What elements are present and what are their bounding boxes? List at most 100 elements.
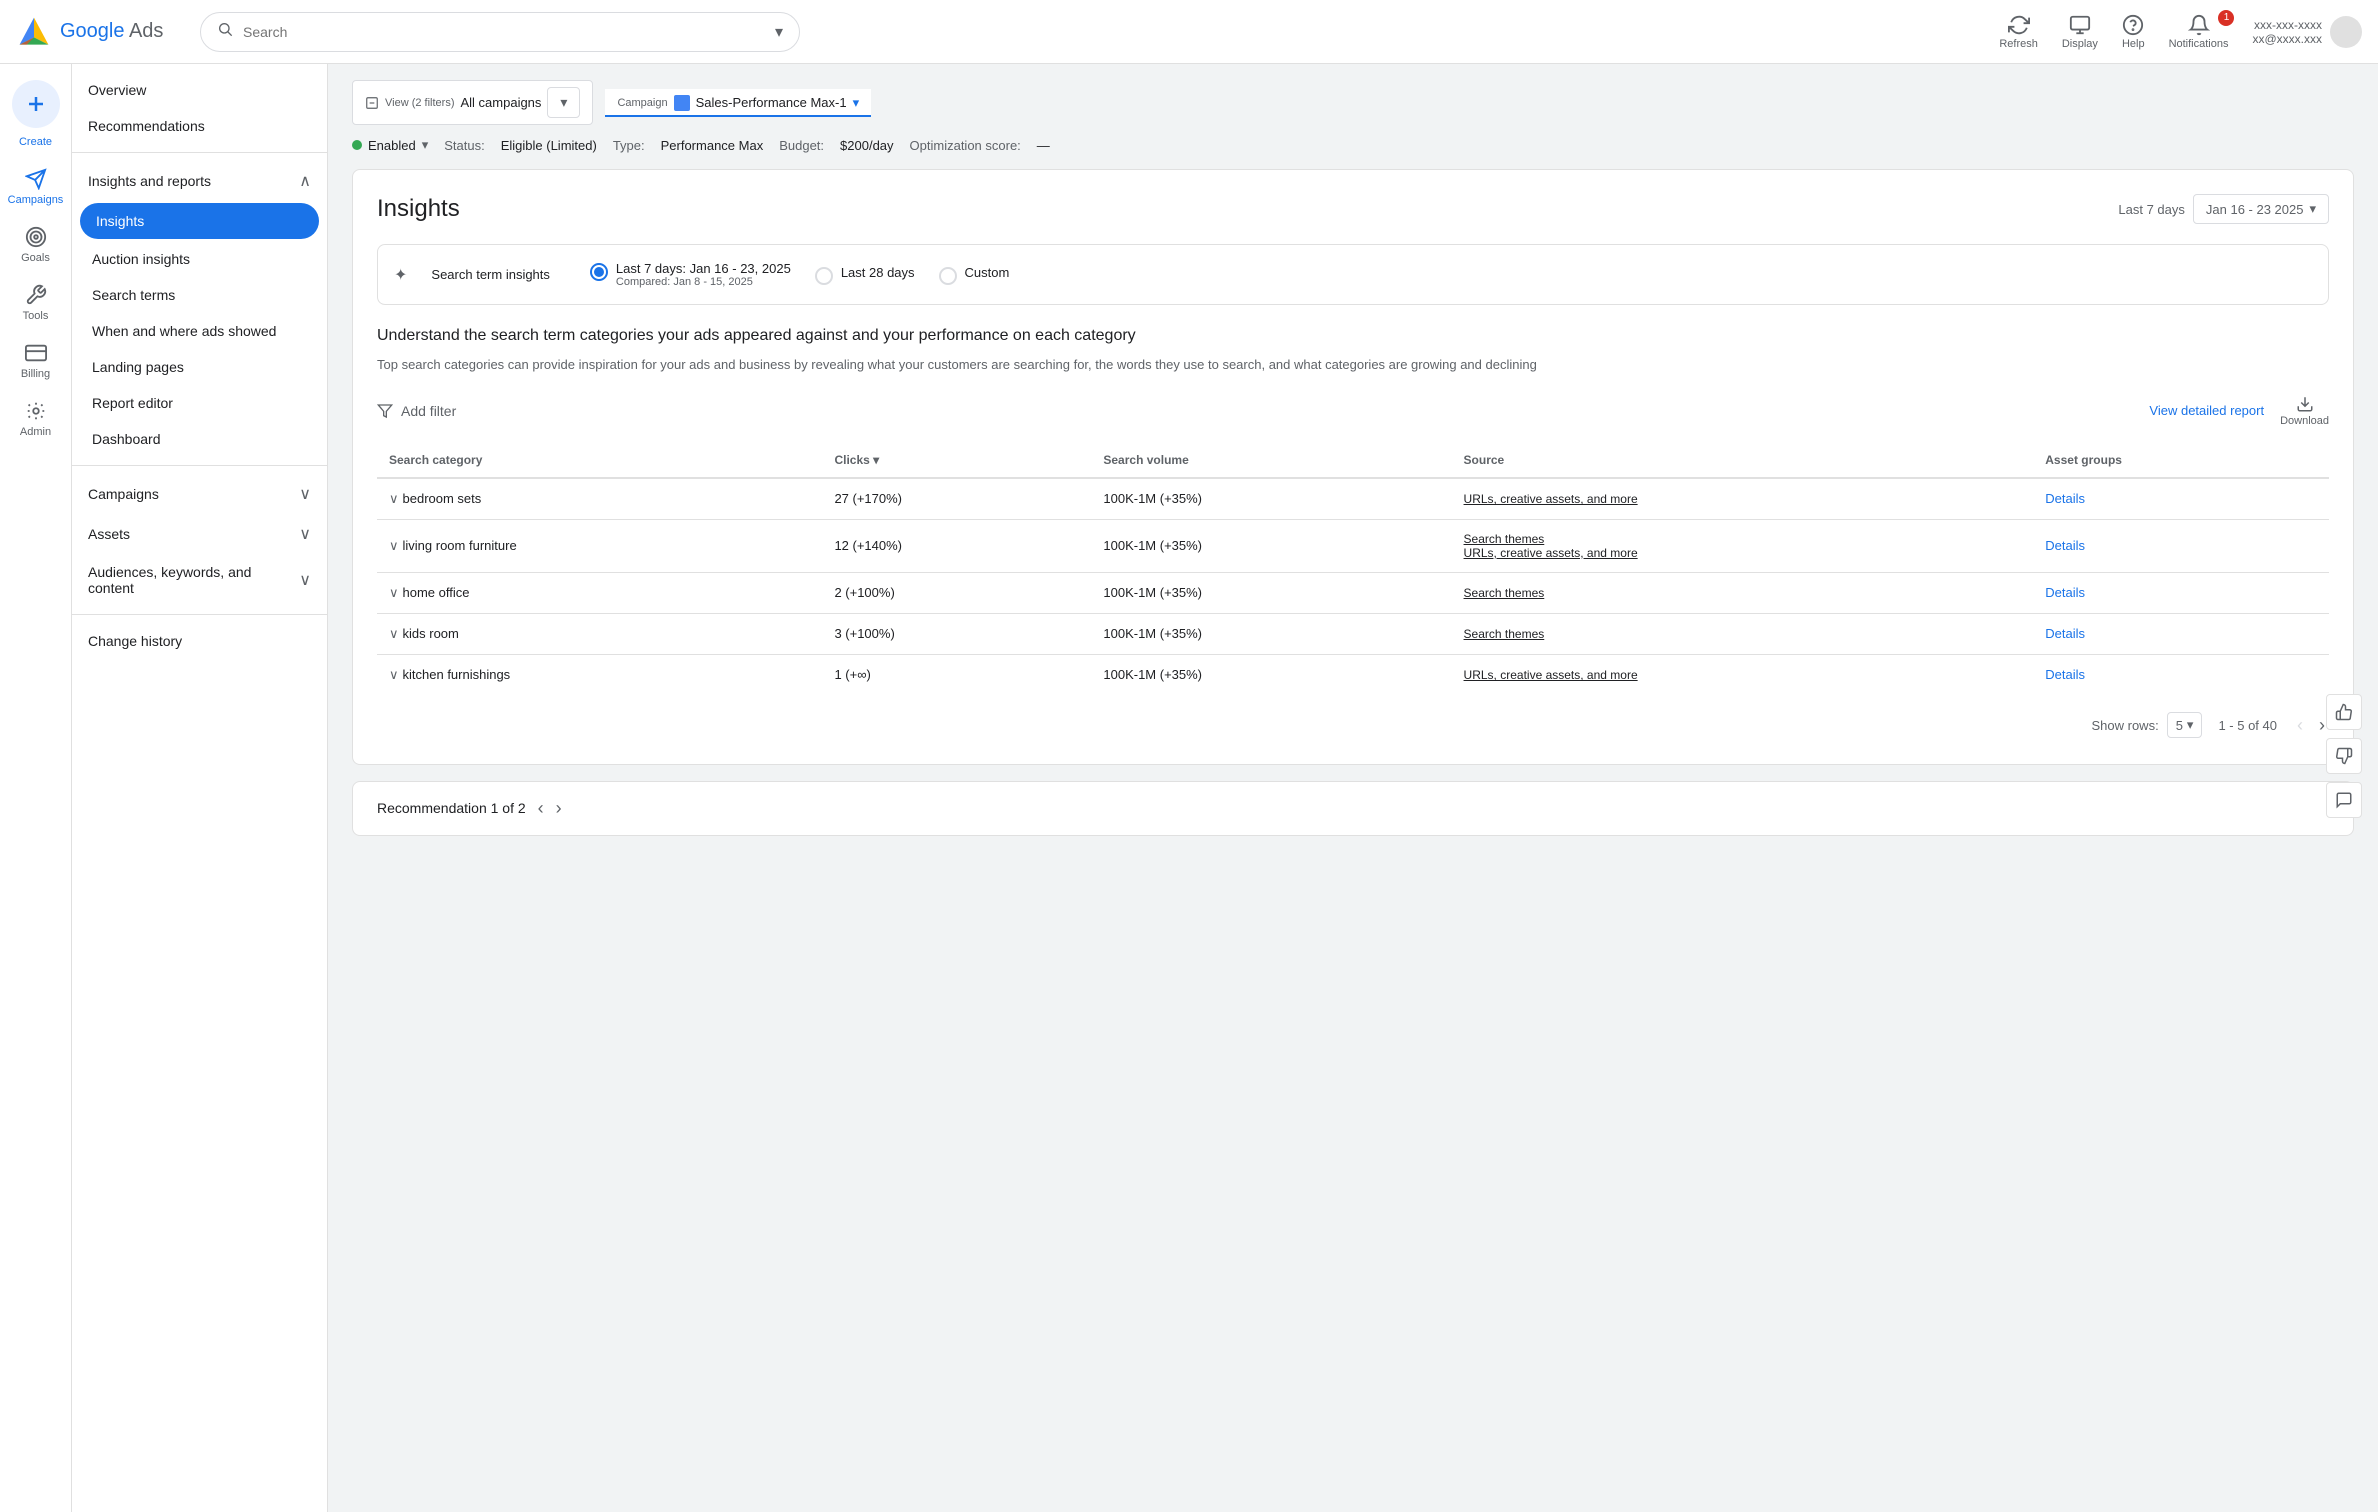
status-bar: Enabled ▾ Status: Eligible (Limited) Typ… <box>352 137 2354 153</box>
user-avatar[interactable] <box>2330 16 2362 48</box>
cell-clicks: 3 (+100%) <box>822 613 1091 654</box>
nav-admin[interactable]: Admin <box>0 392 71 446</box>
date-range-button[interactable]: Jan 16 - 23 2025 ▾ <box>2193 194 2329 224</box>
sidebar-item-recommendations[interactable]: Recommendations <box>72 108 327 144</box>
filter-icon <box>377 403 393 419</box>
nav-tools[interactable]: Tools <box>0 276 71 330</box>
insights-title: Insights <box>377 195 460 223</box>
notifications-button[interactable]: 1 Notifications <box>2169 14 2229 50</box>
cell-category: ∨bedroom sets <box>377 478 822 520</box>
view-filter-chevron: ▾ <box>547 87 580 118</box>
details-link[interactable]: Details <box>2045 491 2085 506</box>
expand-row-icon[interactable]: ∨ <box>389 626 399 641</box>
create-label: Create <box>19 136 52 148</box>
user-email: xx@xxxx.xxx <box>2252 32 2322 46</box>
thumbs-up-button[interactable] <box>2326 694 2362 730</box>
cell-source: Search themesURLs, creative assets, and … <box>1452 519 2034 572</box>
sidebar-item-change-history[interactable]: Change history <box>72 623 327 659</box>
user-info: xxx-xxx-xxxx xx@xxxx.xxx <box>2252 16 2362 48</box>
details-link[interactable]: Details <box>2045 538 2085 553</box>
rec-prev-button[interactable]: ‹ <box>538 798 544 819</box>
campaign-selector-button[interactable]: Campaign Sales-Performance Max-1 ▾ <box>605 89 871 117</box>
source-link[interactable]: Search themes <box>1464 627 1545 641</box>
thumbs-down-button[interactable] <box>2326 738 2362 774</box>
cell-clicks: 1 (+∞) <box>822 654 1091 695</box>
nav-campaigns[interactable]: Campaigns <box>0 160 71 214</box>
refresh-button[interactable]: Refresh <box>1999 14 2038 50</box>
help-button[interactable]: Help <box>2122 14 2145 50</box>
sidebar-item-auction-insights[interactable]: Auction insights <box>72 241 327 277</box>
campaigns-icon <box>25 168 47 190</box>
source-link[interactable]: Search themes <box>1464 532 2022 546</box>
radio-custom[interactable]: Custom <box>939 265 1010 285</box>
admin-icon <box>25 400 47 422</box>
details-link[interactable]: Details <box>2045 667 2085 682</box>
enabled-chevron-icon[interactable]: ▾ <box>422 137 429 153</box>
create-button[interactable] <box>12 80 60 128</box>
help-icon <box>2122 14 2144 36</box>
comment-button[interactable] <box>2326 782 2362 818</box>
display-button[interactable]: Display <box>2062 14 2098 50</box>
cell-asset-groups: Details <box>2033 613 2329 654</box>
sidebar-item-when-where[interactable]: When and where ads showed <box>72 313 327 349</box>
cell-volume: 100K-1M (+35%) <box>1091 519 1451 572</box>
sidebar-item-report-editor[interactable]: Report editor <box>72 385 327 421</box>
campaign-value: Sales-Performance Max-1 <box>696 95 847 110</box>
view-filter-button[interactable]: View (2 filters) All campaigns ▾ <box>352 80 593 125</box>
rows-select[interactable]: 5 ▾ <box>2167 712 2203 738</box>
search-input[interactable] <box>243 24 775 40</box>
page-nav: ‹ › <box>2293 711 2329 740</box>
expand-row-icon[interactable]: ∨ <box>389 585 399 600</box>
table-row: ∨home office2 (+100%)100K-1M (+35%)Searc… <box>377 572 2329 613</box>
cell-category: ∨kitchen furnishings <box>377 654 822 695</box>
nav-goals[interactable]: Goals <box>0 218 71 272</box>
view-report-link[interactable]: View detailed report <box>2149 403 2264 418</box>
sidebar-insights-label: Insights <box>96 213 144 229</box>
cell-volume: 100K-1M (+35%) <box>1091 572 1451 613</box>
sidebar-insights-section[interactable]: Insights and reports ∧ <box>72 161 327 201</box>
sidebar-insights-section-label: Insights and reports <box>88 173 211 189</box>
sidebar-item-dashboard[interactable]: Dashboard <box>72 421 327 457</box>
source-link[interactable]: Search themes <box>1464 586 1545 600</box>
details-link[interactable]: Details <box>2045 626 2085 641</box>
source-link[interactable]: URLs, creative assets, and more <box>1464 492 1638 506</box>
add-filter-label: Add filter <box>401 403 456 419</box>
prev-page-button[interactable]: ‹ <box>2293 711 2307 740</box>
sidebar-campaigns-section[interactable]: Campaigns ∨ <box>72 474 327 514</box>
rec-next-button[interactable]: › <box>556 798 562 819</box>
app-title: Google Ads <box>60 20 163 43</box>
col-clicks[interactable]: Clicks ▾ <box>822 443 1091 478</box>
download-button[interactable]: Download <box>2280 395 2329 427</box>
nav-billing[interactable]: Billing <box>0 334 71 388</box>
radio-last28[interactable]: Last 28 days <box>815 265 915 285</box>
cell-clicks: 12 (+140%) <box>822 519 1091 572</box>
cell-category: ∨living room furniture <box>377 519 822 572</box>
refresh-label: Refresh <box>1999 38 2038 50</box>
sidebar-landing-pages-label: Landing pages <box>92 359 184 375</box>
cell-source: Search themes <box>1452 572 2034 613</box>
filter-right: View detailed report Download <box>2149 395 2329 427</box>
expand-row-icon[interactable]: ∨ <box>389 538 399 553</box>
sidebar-search-terms-label: Search terms <box>92 287 175 303</box>
sidebar-item-search-terms[interactable]: Search terms <box>72 277 327 313</box>
radio-last7[interactable]: Last 7 days: Jan 16 - 23, 2025 Compared:… <box>590 261 791 288</box>
source-link[interactable]: URLs, creative assets, and more <box>1464 668 1638 682</box>
opt-score-prefix: Optimization score: <box>910 138 1021 153</box>
recommendation-bar: Recommendation 1 of 2 ‹ › <box>352 781 2354 836</box>
sidebar-item-insights[interactable]: Insights <box>80 203 319 239</box>
sidebar-item-overview[interactable]: Overview <box>72 72 327 108</box>
search-bar[interactable]: ▾ <box>200 12 800 52</box>
source-link[interactable]: URLs, creative assets, and more <box>1464 546 2022 560</box>
details-link[interactable]: Details <box>2045 585 2085 600</box>
help-label: Help <box>2122 38 2145 50</box>
sidebar-audiences-section[interactable]: Audiences, keywords, and content ∨ <box>72 554 327 606</box>
rows-value: 5 <box>2176 718 2183 733</box>
filter-bar: Add filter View detailed report Download <box>377 395 2329 427</box>
add-filter-button[interactable]: Add filter <box>377 403 456 419</box>
view-filter-icon <box>365 96 379 110</box>
sidebar-assets-section[interactable]: Assets ∨ <box>72 514 327 554</box>
expand-row-icon[interactable]: ∨ <box>389 667 399 682</box>
view-filter-value: All campaigns <box>460 95 541 110</box>
sidebar-item-landing-pages[interactable]: Landing pages <box>72 349 327 385</box>
expand-row-icon[interactable]: ∨ <box>389 491 399 506</box>
